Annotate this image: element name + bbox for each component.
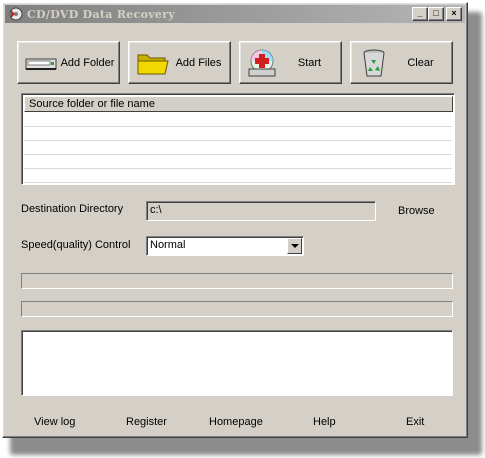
view-log-link[interactable]: View log: [34, 416, 75, 428]
start-button[interactable]: Start: [239, 41, 342, 84]
disc-start-icon: [246, 47, 282, 79]
speed-selected-value: Normal: [150, 239, 186, 251]
maximize-button[interactable]: □: [428, 7, 444, 21]
title-bar[interactable]: CD/DVD Data Recovery _ □ ×: [5, 5, 465, 23]
add-files-label: Add Files: [175, 56, 222, 69]
column-header-source[interactable]: Source folder or file name: [24, 96, 453, 112]
destination-field[interactable]: c:\: [146, 201, 376, 221]
clear-label: Clear: [407, 56, 434, 69]
close-button[interactable]: ×: [446, 7, 462, 21]
recycle-bin-icon: [357, 47, 393, 79]
app-icon: [9, 7, 23, 21]
exit-link[interactable]: Exit: [406, 416, 424, 428]
speed-label: Speed(quality) Control: [21, 239, 131, 251]
speed-select[interactable]: Normal: [146, 236, 304, 256]
list-row[interactable]: [24, 169, 452, 183]
list-row[interactable]: [24, 113, 452, 127]
progress-bar-2: [21, 301, 453, 317]
add-files-button[interactable]: Add Files: [128, 41, 231, 84]
chevron-down-icon[interactable]: [287, 238, 302, 254]
minimize-button[interactable]: _: [412, 7, 428, 21]
start-label: Start: [297, 56, 322, 69]
window-title: CD/DVD Data Recovery: [27, 7, 176, 21]
add-folder-button[interactable]: Add Folder: [17, 41, 120, 84]
list-row[interactable]: [24, 155, 452, 169]
app-window: CD/DVD Data Recovery _ □ × Add Folder Ad…: [2, 2, 468, 438]
browse-link[interactable]: Browse: [398, 205, 435, 217]
clear-button[interactable]: Clear: [350, 41, 453, 84]
add-folder-label: Add Folder: [60, 56, 115, 69]
help-link[interactable]: Help: [313, 416, 336, 428]
progress-bar-1: [21, 273, 453, 289]
register-link[interactable]: Register: [126, 416, 167, 428]
homepage-link[interactable]: Homepage: [209, 416, 263, 428]
list-row[interactable]: [24, 141, 452, 155]
window-controls: _ □ ×: [412, 7, 462, 21]
source-list[interactable]: Source folder or file name: [21, 93, 455, 185]
destination-label: Destination Directory: [21, 203, 124, 215]
drive-icon: [24, 47, 60, 79]
log-area[interactable]: [21, 330, 453, 396]
folder-icon: [135, 47, 171, 79]
list-row[interactable]: [24, 127, 452, 141]
